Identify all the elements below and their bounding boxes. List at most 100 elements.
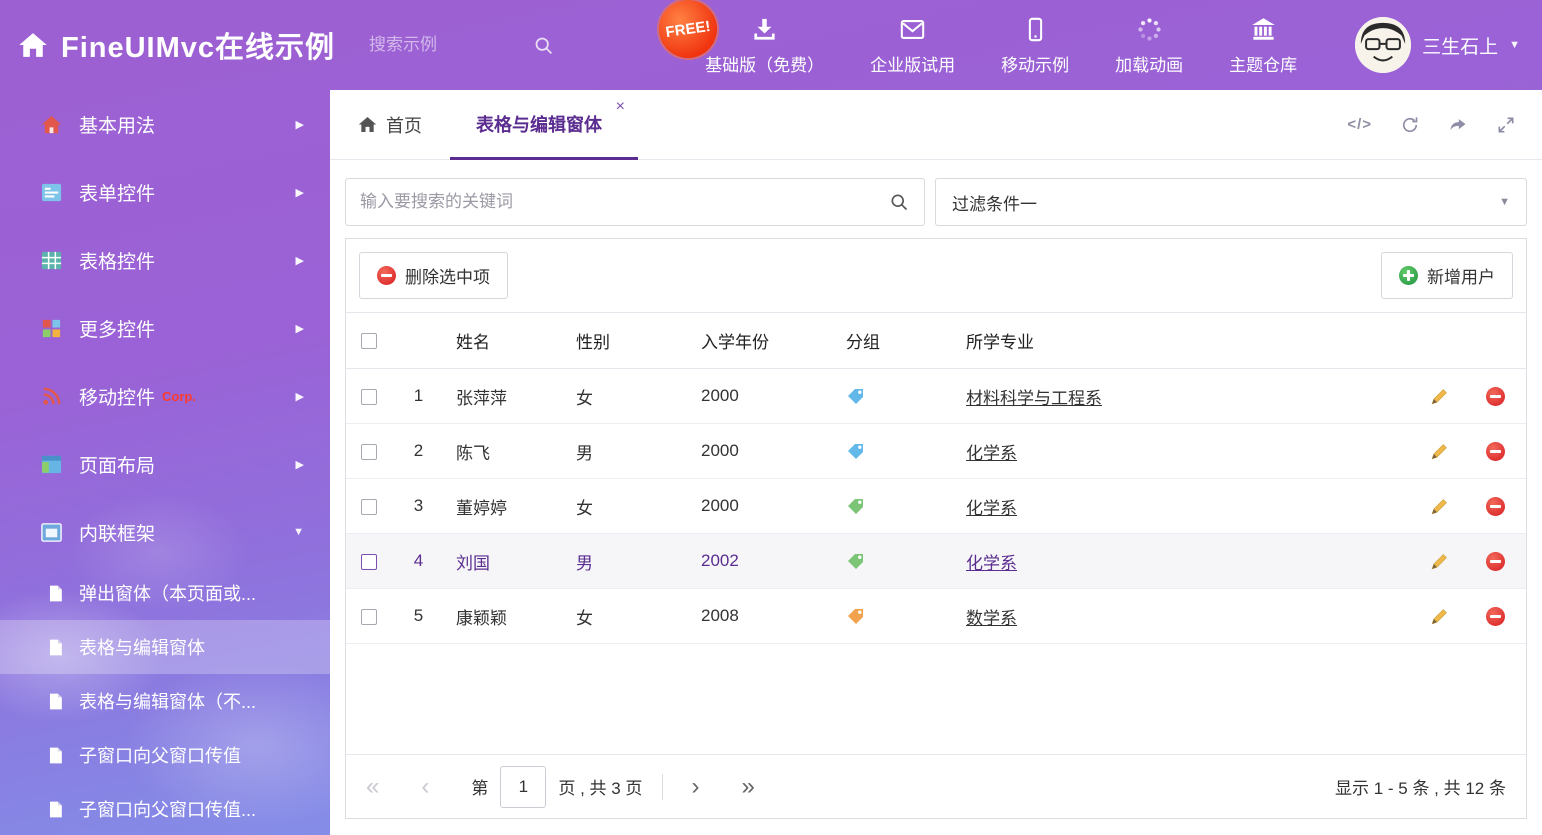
user-menu[interactable]: 三生石上 ▼ [1355, 17, 1520, 73]
major-link[interactable]: 化学系 [966, 444, 1017, 463]
user-name: 三生石上 [1422, 32, 1498, 59]
column-header-name: 姓名 [441, 328, 561, 353]
delete-selected-button[interactable]: 删除选中项 [359, 252, 508, 299]
cell-name: 康颖颖 [441, 604, 561, 629]
sidebar-subitem-label: 表格与编辑窗体（不... [79, 688, 256, 714]
search-button[interactable] [874, 179, 924, 225]
refresh-icon[interactable] [1400, 115, 1420, 135]
file-icon [46, 746, 65, 765]
row-number: 1 [396, 386, 441, 406]
grid-toolbar: 删除选中项 新增用户 [346, 239, 1526, 312]
major-link[interactable]: 化学系 [966, 554, 1017, 573]
nav-enterprise-trial[interactable]: 企业版试用 [870, 14, 955, 76]
spinner-icon [1136, 16, 1163, 43]
nav-basic-free[interactable]: FREE! 基础版（免费） [705, 14, 824, 76]
share-arrow-icon[interactable] [1448, 115, 1468, 135]
major-link[interactable]: 数学系 [966, 609, 1017, 628]
blocks-icon [40, 317, 63, 340]
top-search [369, 35, 581, 56]
sidebar-item-basic-usage[interactable]: 基本用法 ▶ [0, 90, 330, 158]
minus-icon [377, 266, 396, 285]
sidebar: 基本用法 ▶ 表单控件 ▶ 表格控件 ▶ 更多控件 ▶ 移动控件 Corp. ▶… [0, 90, 330, 835]
sidebar-subitem-child-to-parent[interactable]: 子窗口向父窗口传值 [0, 728, 330, 782]
sidebar-item-label: 内联框架 [79, 519, 155, 546]
row-checkbox[interactable] [361, 444, 377, 460]
close-icon[interactable]: × [616, 99, 625, 115]
nav-label: 移动示例 [1001, 51, 1069, 76]
sidebar-item-iframe[interactable]: 内联框架 ▼ [0, 498, 330, 566]
edit-icon[interactable] [1429, 441, 1450, 462]
sidebar-subitem-grid-edit-window[interactable]: 表格与编辑窗体 [0, 620, 330, 674]
nav-label: 企业版试用 [870, 51, 955, 76]
nav-label: 主题仓库 [1229, 51, 1297, 76]
select-all-checkbox[interactable] [361, 333, 377, 349]
divider [662, 774, 663, 800]
file-icon [46, 638, 65, 657]
delete-icon[interactable] [1486, 497, 1505, 516]
row-checkbox[interactable] [361, 499, 377, 515]
table-icon [40, 249, 63, 272]
edit-icon[interactable] [1429, 496, 1450, 517]
form-icon [40, 181, 63, 204]
top-search-input[interactable] [369, 35, 521, 55]
last-page-icon[interactable]: » [741, 775, 754, 799]
row-checkbox[interactable] [361, 389, 377, 405]
cell-year: 2002 [686, 551, 831, 571]
page-number-input[interactable] [500, 766, 546, 808]
table-row: 2 陈飞 男 2000 化学系 [346, 424, 1526, 479]
sidebar-subitem-child-to-parent-2[interactable]: 子窗口向父窗口传值... [0, 782, 330, 835]
delete-icon[interactable] [1486, 387, 1505, 406]
add-user-button[interactable]: 新增用户 [1381, 252, 1513, 299]
tab-label: 首页 [386, 112, 422, 138]
sidebar-subitem-grid-edit-window-2[interactable]: 表格与编辑窗体（不... [0, 674, 330, 728]
sidebar-item-label: 更多控件 [79, 315, 155, 342]
row-checkbox[interactable] [361, 609, 377, 625]
major-link[interactable]: 化学系 [966, 499, 1017, 518]
first-page-icon[interactable]: « [366, 775, 379, 799]
sidebar-item-grid-controls[interactable]: 表格控件 ▶ [0, 226, 330, 294]
search-icon [889, 192, 909, 212]
filter-dropdown[interactable]: 过滤条件一 ▼ [935, 178, 1527, 226]
cell-gender: 女 [561, 384, 686, 409]
column-header-gender: 性别 [561, 328, 686, 353]
table-row: 5 康颖颖 女 2008 数学系 [346, 589, 1526, 644]
nav-loading-animation[interactable]: 加载动画 [1115, 14, 1183, 76]
source-code-icon[interactable]: </> [1347, 116, 1372, 133]
major-link[interactable]: 材料科学与工程系 [966, 389, 1102, 408]
sidebar-item-mobile-controls[interactable]: 移动控件 Corp. ▶ [0, 362, 330, 430]
chevron-right-icon: ▶ [296, 254, 304, 267]
prev-page-icon[interactable]: ‹ [421, 775, 429, 799]
nav-label: 基础版（免费） [705, 51, 824, 76]
tab-home[interactable]: 首页 [330, 90, 450, 159]
nav-mobile-demo[interactable]: 移动示例 [1001, 14, 1069, 76]
sidebar-item-form-controls[interactable]: 表单控件 ▶ [0, 158, 330, 226]
grid-panel: 删除选中项 新增用户 姓名 性别 入学年份 分组 所学专业 1 张萍萍 女 20… [345, 238, 1527, 819]
app-brand[interactable]: FineUIMvc在线示例 [0, 24, 335, 66]
download-icon [751, 16, 778, 43]
edit-icon[interactable] [1429, 551, 1450, 572]
row-checkbox[interactable] [361, 554, 377, 570]
record-summary: 显示 1 - 5 条 , 共 12 条 [1335, 774, 1506, 799]
delete-icon[interactable] [1486, 442, 1505, 461]
app-title: FineUIMvc在线示例 [61, 24, 335, 66]
sidebar-subitem-popup-window[interactable]: 弹出窗体（本页面或... [0, 566, 330, 620]
nav-theme-repo[interactable]: 主题仓库 [1229, 14, 1297, 76]
delete-icon[interactable] [1486, 552, 1505, 571]
edit-icon[interactable] [1429, 386, 1450, 407]
sidebar-item-more-controls[interactable]: 更多控件 ▶ [0, 294, 330, 362]
button-label: 新增用户 [1427, 263, 1495, 288]
sidebar-item-page-layout[interactable]: 页面布局 ▶ [0, 430, 330, 498]
next-page-icon[interactable]: › [691, 775, 699, 799]
tab-grid-edit-window[interactable]: 表格与编辑窗体 × [450, 90, 638, 160]
sidebar-item-label: 页面布局 [79, 451, 155, 478]
home-icon [18, 30, 48, 60]
button-label: 删除选中项 [405, 263, 490, 288]
search-icon[interactable] [533, 35, 554, 56]
sidebar-subitem-label: 子窗口向父窗口传值 [79, 742, 241, 768]
keyword-search-input[interactable] [346, 192, 874, 212]
delete-icon[interactable] [1486, 607, 1505, 626]
expand-icon[interactable] [1496, 115, 1516, 135]
edit-icon[interactable] [1429, 606, 1450, 627]
top-nav: FREE! 基础版（免费） 企业版试用 移动示例 加载动画 主题仓库 [705, 14, 1297, 76]
tag-icon [846, 551, 866, 571]
